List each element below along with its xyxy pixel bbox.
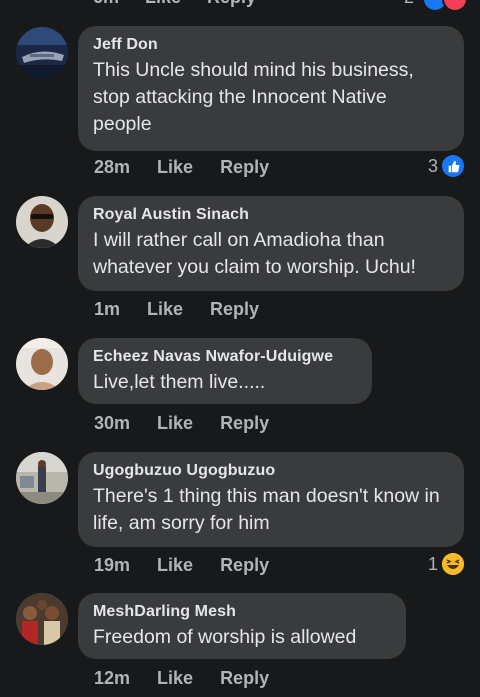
reaction-count[interactable]: 2 bbox=[404, 0, 414, 8]
like-icon bbox=[442, 155, 464, 177]
reply-button[interactable]: Reply bbox=[207, 0, 256, 8]
avatar-image bbox=[16, 338, 68, 390]
reaction-count: 3 bbox=[427, 155, 438, 176]
reaction-icons[interactable] bbox=[422, 0, 468, 12]
avatar-image bbox=[16, 593, 68, 645]
previous-comment-actions: 6m Like Reply 2 bbox=[0, 0, 480, 14]
reply-button[interactable]: Reply bbox=[220, 157, 269, 178]
comment-time: 12m bbox=[94, 668, 131, 688]
like-button[interactable]: Like bbox=[147, 299, 183, 320]
comment-bubble[interactable]: Jeff Don This Uncle should mind his busi… bbox=[78, 26, 464, 151]
avatar[interactable] bbox=[16, 338, 68, 390]
haha-icon bbox=[442, 553, 464, 575]
comment-actions: 1m Like Reply bbox=[94, 299, 286, 320]
comment-actions: 19m Like Reply bbox=[94, 555, 296, 576]
comment-actions: 30m Like Reply bbox=[94, 413, 296, 434]
avatar-image bbox=[16, 452, 68, 504]
comment-time: 1m bbox=[94, 299, 121, 319]
comment-text: There's 1 thing this man doesn't know in… bbox=[93, 485, 440, 534]
like-button[interactable]: Like bbox=[157, 413, 193, 434]
avatar-image bbox=[16, 27, 68, 79]
comment-time: 28m bbox=[94, 157, 131, 177]
comment-author[interactable]: Echeez Navas Nwafor-Uduigwe bbox=[93, 347, 357, 367]
avatar[interactable] bbox=[16, 593, 68, 645]
comment-author[interactable]: Ugogbuzuo Ugogbuzuo bbox=[93, 461, 449, 481]
reply-button[interactable]: Reply bbox=[220, 555, 269, 576]
love-icon bbox=[442, 0, 468, 12]
comment-text: Live,let them live..... bbox=[93, 371, 266, 393]
comment-bubble[interactable]: Echeez Navas Nwafor-Uduigwe Live,let the… bbox=[78, 338, 372, 404]
comment-time: 30m bbox=[94, 413, 131, 433]
avatar[interactable] bbox=[16, 452, 68, 504]
comment-actions: 12m Like Reply bbox=[94, 668, 296, 689]
comment-text: Freedom of worship is allowed bbox=[93, 626, 357, 648]
comment-bubble[interactable]: MeshDarling Mesh Freedom of worship is a… bbox=[78, 593, 406, 659]
like-button[interactable]: Like bbox=[145, 0, 181, 8]
reaction-summary[interactable]: 3 bbox=[428, 155, 464, 177]
comment-bubble[interactable]: Ugogbuzuo Ugogbuzuo There's 1 thing this… bbox=[78, 452, 464, 547]
reply-button[interactable]: Reply bbox=[220, 413, 269, 434]
comment-text: This Uncle should mind his business, sto… bbox=[93, 59, 414, 135]
avatar[interactable] bbox=[16, 27, 68, 79]
like-button[interactable]: Like bbox=[157, 668, 193, 689]
comment-actions: 28m Like Reply bbox=[94, 157, 296, 178]
reaction-count: 1 bbox=[427, 553, 438, 574]
comment-author[interactable]: Royal Austin Sinach bbox=[93, 205, 449, 225]
avatar-image bbox=[16, 196, 68, 248]
reply-button[interactable]: Reply bbox=[220, 668, 269, 689]
comment-author[interactable]: MeshDarling Mesh bbox=[93, 602, 391, 622]
comment-bubble[interactable]: Royal Austin Sinach I will rather call o… bbox=[78, 196, 464, 291]
comment-text: I will rather call on Amadioha than what… bbox=[93, 229, 416, 278]
comment-time: 6m bbox=[93, 0, 119, 8]
avatar[interactable] bbox=[16, 196, 68, 248]
like-button[interactable]: Like bbox=[157, 555, 193, 576]
reaction-summary[interactable]: 1 bbox=[428, 553, 464, 575]
like-button[interactable]: Like bbox=[157, 157, 193, 178]
reply-button[interactable]: Reply bbox=[210, 299, 259, 320]
comment-author[interactable]: Jeff Don bbox=[93, 35, 449, 55]
comment-time: 19m bbox=[94, 555, 131, 575]
